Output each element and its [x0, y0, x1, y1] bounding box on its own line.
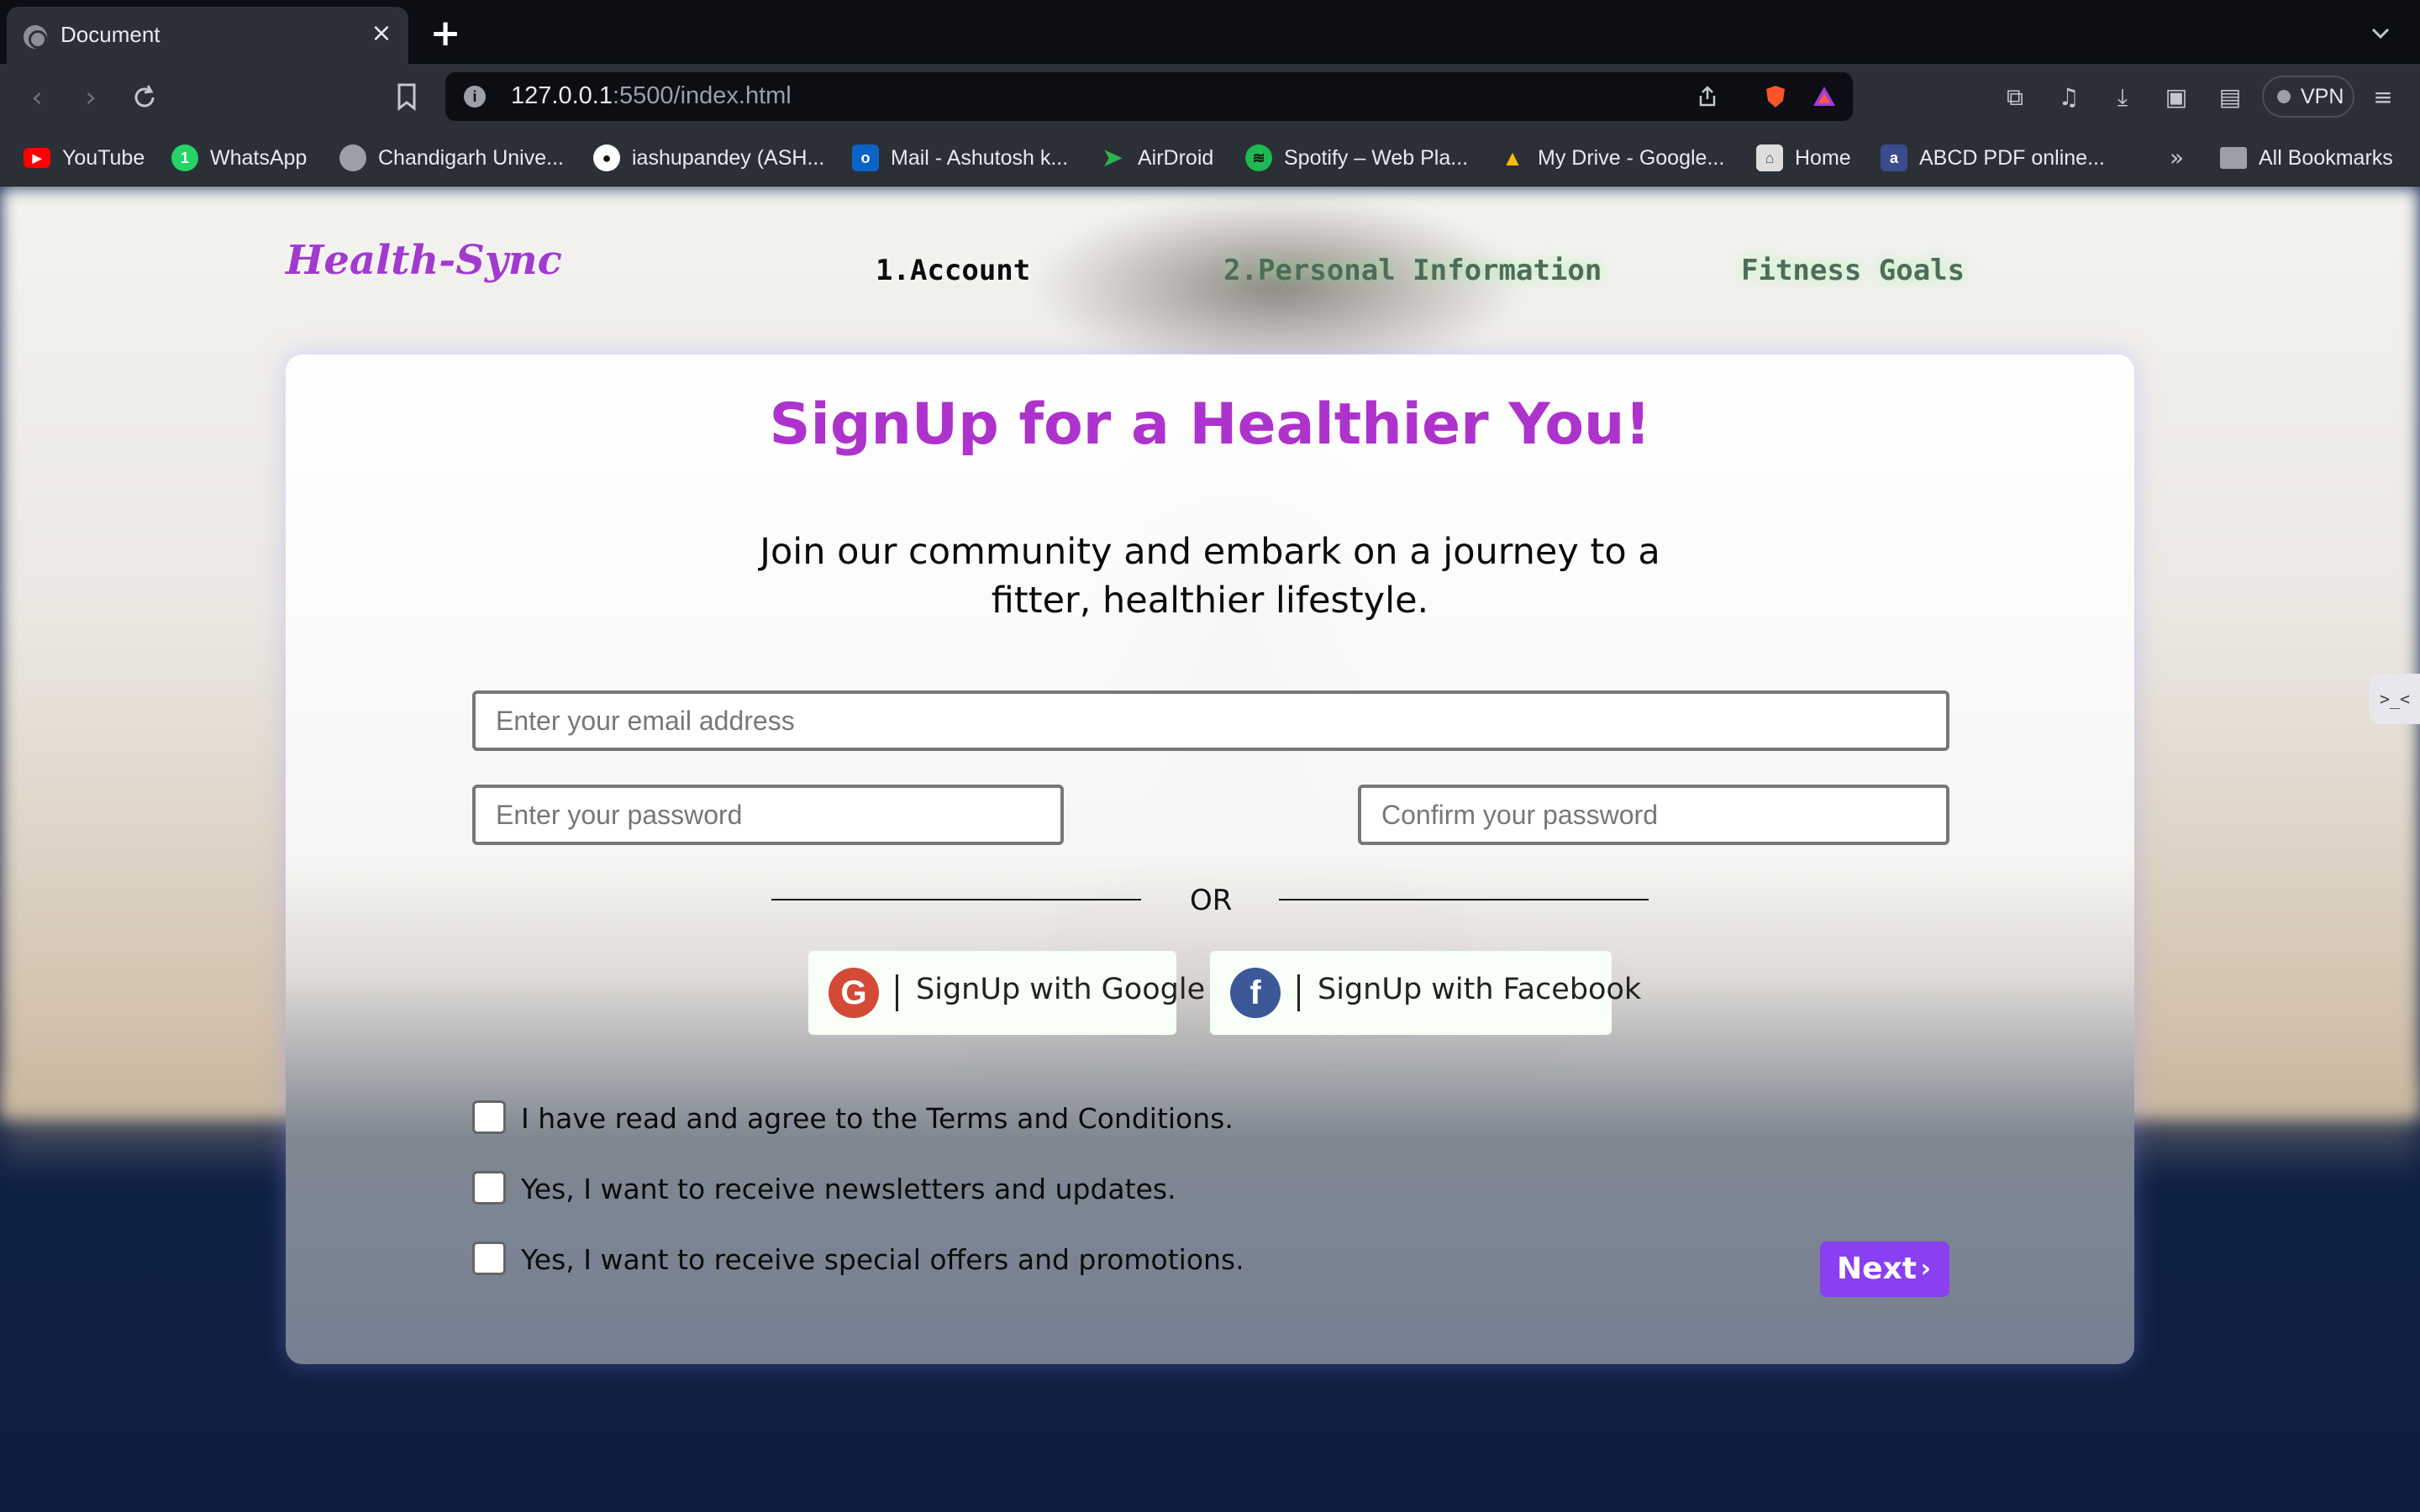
google-icon: G [829, 968, 879, 1018]
terms-checkbox[interactable] [472, 1100, 506, 1134]
step-fitness-goals[interactable]: Fitness Goals [1741, 254, 1965, 287]
divider-left [771, 899, 1141, 900]
signup-subtitle: Join our community and embark on a journ… [760, 531, 1660, 622]
forward-icon[interactable]: › [72, 79, 109, 116]
wallet-icon[interactable]: ▤ [2215, 82, 2245, 113]
offers-checkbox-label[interactable]: Yes, I want to receive special offers an… [521, 1243, 1244, 1276]
home-icon: ⌂ [1756, 144, 1783, 171]
google-signup-label: SignUp with Google [916, 973, 1206, 1006]
button-separator [896, 974, 898, 1011]
bookmark-chandigarh[interactable]: Chandigarh Unive... [339, 143, 564, 173]
newsletter-checkbox[interactable] [472, 1171, 506, 1205]
youtube-icon: ▶ [24, 148, 50, 168]
spotify-icon: ≋ [1245, 144, 1272, 171]
reload-icon[interactable] [126, 79, 163, 116]
extensions-icon[interactable]: ⧉ [2000, 82, 2030, 113]
browser-tab[interactable]: Document × [7, 7, 408, 64]
confirm-password-input[interactable] [1358, 785, 1949, 845]
signup-card: SignUp for a Healthier You! Join our com… [286, 354, 2134, 1364]
offers-checkbox[interactable] [472, 1242, 506, 1275]
pdf-icon: a [1881, 144, 1907, 171]
media-icon[interactable]: ♫ [2054, 82, 2084, 113]
divider-right [1279, 899, 1649, 900]
bookmark-icon[interactable] [395, 82, 418, 111]
outlook-icon: o [852, 144, 879, 171]
sidebar-icon[interactable]: ▣ [2161, 82, 2191, 113]
url-text: 127.0.0.1:5500/index.html [511, 82, 792, 109]
step-account[interactable]: 1.Account [876, 254, 1030, 287]
or-separator: OR [1190, 884, 1233, 917]
site-logo[interactable]: Health-Sync [286, 237, 562, 284]
tab-title: Document [60, 22, 160, 47]
google-drive-icon: ▲ [1502, 145, 1523, 171]
facebook-signup-button[interactable]: f SignUp with Facebook [1210, 951, 1641, 1035]
bookmark-youtube[interactable]: ▶ YouTube [24, 143, 145, 173]
airdroid-icon: ➤ [1102, 144, 1123, 171]
whatsapp-icon: 1 [171, 144, 198, 171]
signup-title: SignUp for a Healthier You! [769, 391, 1651, 458]
menu-icon[interactable]: ≡ [2368, 82, 2398, 113]
bookmark-home[interactable]: ⌂ Home [1756, 143, 1851, 173]
facebook-icon: f [1230, 968, 1281, 1018]
bookmark-whatsapp[interactable]: 1 WhatsApp [171, 143, 307, 173]
all-bookmarks[interactable]: All Bookmarks [2220, 143, 2393, 173]
bookmark-airdroid[interactable]: ➤ AirDroid [1099, 143, 1213, 173]
vpn-button[interactable]: VPN [2262, 76, 2354, 118]
more-bookmarks-icon[interactable]: » [2170, 143, 2184, 173]
bookmarks-bar: ▶ YouTube 1 WhatsApp Chandigarh Unive...… [0, 129, 2420, 186]
close-tab-icon[interactable]: × [366, 18, 397, 49]
bookmark-drive[interactable]: ▲ My Drive - Google... [1499, 143, 1724, 173]
facebook-signup-label: SignUp with Facebook [1318, 973, 1642, 1006]
side-panel-toggle-icon[interactable]: >_< [2370, 674, 2420, 724]
download-icon[interactable]: ⤓ [2107, 82, 2138, 113]
chevron-right-icon: › [1920, 1254, 1931, 1284]
address-bar[interactable]: i 127.0.0.1:5500/index.html [445, 72, 1853, 121]
globe-icon [24, 25, 47, 49]
site-info-icon[interactable]: i [464, 86, 486, 108]
back-icon[interactable]: ‹ [18, 79, 55, 116]
chevron-down-icon[interactable] [2366, 18, 2395, 47]
globe-icon [339, 144, 366, 171]
bookmark-pdf[interactable]: a ABCD PDF online... [1881, 143, 2105, 173]
email-input[interactable] [472, 690, 1949, 751]
next-button[interactable]: Next › [1820, 1242, 1949, 1297]
page-viewport: Health-Sync 1.Account 2.Personal Informa… [0, 186, 2420, 1512]
google-signup-button[interactable]: G SignUp with Google [808, 951, 1205, 1035]
terms-checkbox-label[interactable]: I have read and agree to the Terms and C… [521, 1102, 1234, 1135]
folder-icon [2220, 147, 2247, 169]
brave-rewards-icon[interactable] [1812, 84, 1837, 109]
bookmark-spotify[interactable]: ≋ Spotify – Web Pla... [1245, 143, 1468, 173]
bookmark-mail[interactable]: o Mail - Ashutosh k... [852, 143, 1068, 173]
button-separator [1297, 974, 1300, 1011]
step-personal-information[interactable]: 2.Personal Information [1223, 254, 1602, 287]
newsletter-checkbox-label[interactable]: Yes, I want to receive newsletters and u… [521, 1173, 1176, 1205]
github-icon: ● [593, 144, 620, 171]
bookmark-github[interactable]: ● iashupandey (ASH... [593, 143, 824, 173]
brave-shield-icon[interactable] [1763, 84, 1788, 109]
new-tab-icon[interactable]: + [429, 15, 462, 52]
next-button-label: Next [1837, 1252, 1917, 1286]
browser-tabbar: Document × + [0, 0, 2420, 64]
browser-toolbar: ‹ › i 127.0.0.1:5500/index.html ⧉ ♫ ⤓ ▣ … [0, 64, 2420, 129]
share-icon[interactable] [1695, 84, 1720, 109]
password-input[interactable] [472, 785, 1064, 845]
